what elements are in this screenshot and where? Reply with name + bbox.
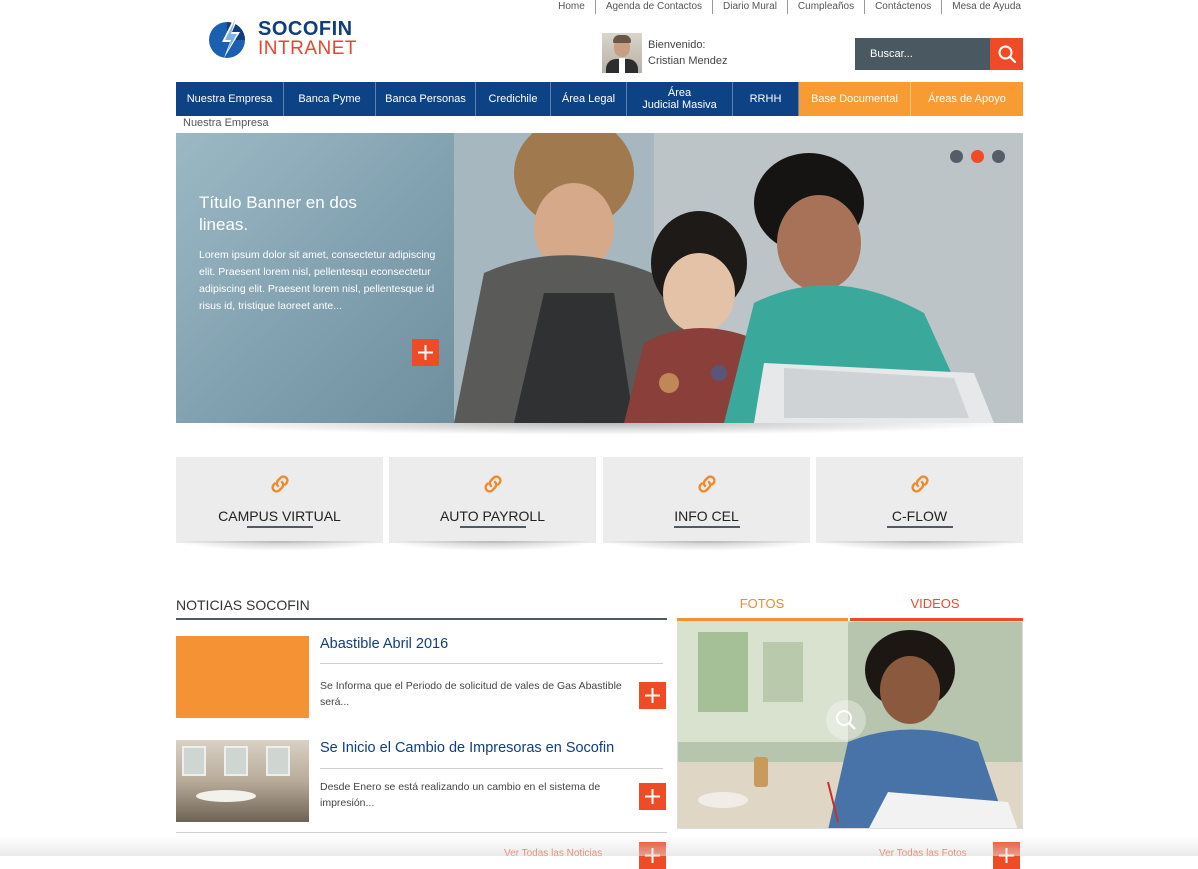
search-input[interactable] [855,38,990,70]
nav-banca-personas[interactable]: Banca Personas [376,82,476,116]
logo-line-1: SOCOFIN [258,17,353,40]
search-box [855,38,1023,70]
banner-body: Lorem ipsum dolor sit amet, consectetur … [199,249,436,312]
top-link-contactenos[interactable]: Contáctenos [865,0,943,14]
nav-banca-pyme[interactable]: Banca Pyme [284,82,376,116]
banner-more-button[interactable] [412,339,439,366]
news-summary: Se Informa que el Periodo de solicitud d… [320,680,622,708]
link-icon [271,475,289,493]
plus-icon [645,789,660,804]
quick-link-label: C-FLOW [891,508,948,524]
top-link-home[interactable]: Home [558,0,596,14]
slider-dots [950,150,1005,163]
plus-icon [645,688,660,703]
nav-base-documental[interactable]: Base Documental [799,82,911,116]
logo-mark-icon [208,16,250,60]
quick-link-info-cel[interactable]: INFO CEL [603,457,810,543]
avatar[interactable] [602,33,642,73]
quick-link-label: CAMPUS VIRTUAL [218,508,341,524]
quick-link-auto-payroll[interactable]: AUTO PAYROLL [389,457,596,543]
plus-icon [418,345,433,360]
news-headline[interactable]: Abastible Abril 2016 [320,636,448,652]
news-section-title: NOTICIAS SOCOFIN [176,597,310,613]
top-links: Home Agenda de Contactos Diario Mural Cu… [540,0,1023,14]
banner-title: Título Banner en dos lineas. [199,193,357,234]
link-icon [698,475,716,493]
nav-rrhh[interactable]: RRHH [733,82,799,116]
slider-dot-2[interactable] [971,150,984,163]
top-link-agenda[interactable]: Agenda de Contactos [596,0,714,14]
search-icon [998,45,1016,64]
link-icon [484,475,502,493]
news-thumbnail[interactable] [176,740,309,822]
nav-areas-de-apoyo[interactable]: Áreas de Apoyo [911,82,1023,116]
news-more-button[interactable] [639,783,666,810]
media-photo[interactable] [677,621,1023,829]
news-summary: Desde Enero se está realizando un cambio… [320,781,601,809]
slider-dot-3[interactable] [992,150,1005,163]
nav-nuestra-empresa[interactable]: Nuestra Empresa [176,82,284,116]
nav-area-judicial-masiva[interactable]: Área Judicial Masiva [627,82,733,116]
search-button[interactable] [990,38,1023,70]
banner-photo [454,133,1023,423]
quick-link-label: AUTO PAYROLL [439,508,546,524]
tab-fotos[interactable]: FOTOS [677,596,847,611]
news-more-button[interactable] [639,682,666,709]
tab-videos[interactable]: VIDEOS [850,596,1020,611]
banner-image [454,133,1023,423]
logo[interactable]: SOCOFIN INTRANET [208,16,357,60]
news-thumbnail[interactable] [176,636,309,718]
quick-link-c-flow[interactable]: C-FLOW [816,457,1023,543]
zoom-icon[interactable] [826,700,866,740]
nav-credichile[interactable]: Credichile [476,82,551,116]
welcome-label: Bienvenido: [648,39,706,51]
top-link-cumpleanos[interactable]: Cumpleaños [788,0,866,14]
top-link-mesa-ayuda[interactable]: Mesa de Ayuda [942,0,1023,14]
breadcrumb[interactable]: Nuestra Empresa [183,117,269,129]
logo-line-2: INTRANET [258,37,357,59]
news-headline[interactable]: Se Inicio el Cambio de Impresoras en Soc… [320,740,614,756]
quick-link-campus-virtual[interactable]: CAMPUS VIRTUAL [176,457,383,543]
top-link-diario-mural[interactable]: Diario Mural [713,0,788,14]
main-nav: Nuestra Empresa Banca Pyme Banca Persona… [176,82,1023,116]
hero-banner: Título Banner en dos lineas. Lorem ipsum… [176,133,1023,423]
user-name: Cristian Mendez [648,55,728,67]
user-welcome: Bienvenido: Cristian Mendez [602,33,727,73]
nav-area-legal[interactable]: Área Legal [551,82,627,116]
slider-dot-1[interactable] [950,150,963,163]
link-icon [911,475,929,493]
quick-link-label: INFO CEL [674,508,739,524]
